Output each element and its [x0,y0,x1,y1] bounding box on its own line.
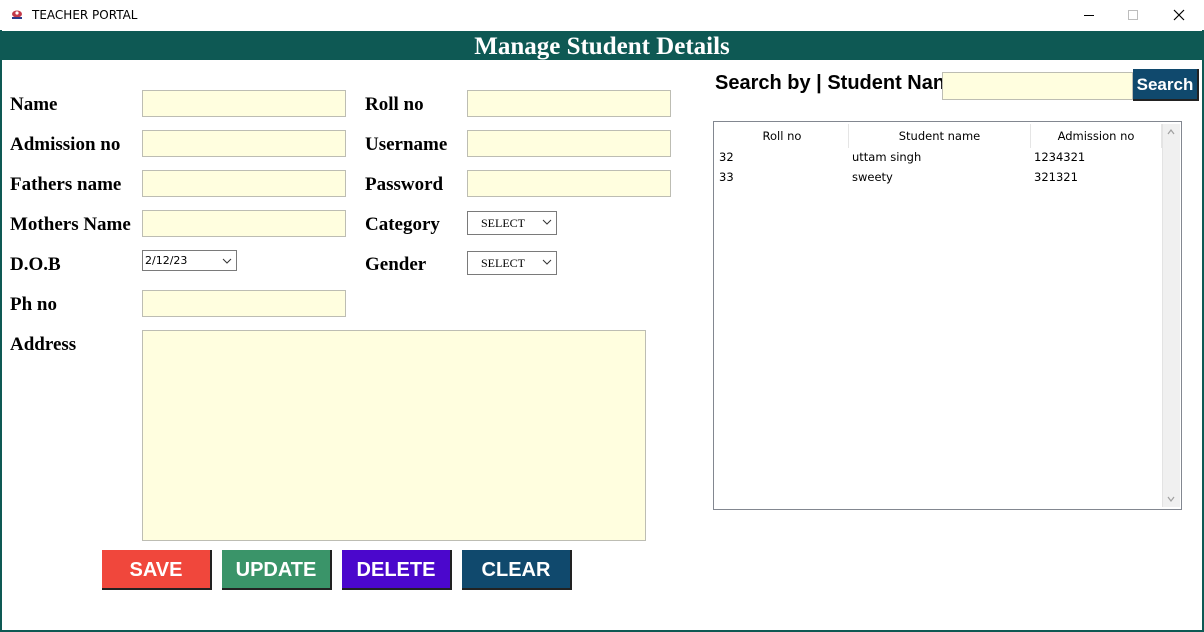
student-table[interactable]: Roll no Student name Admission no 32 utt… [713,121,1182,510]
chevron-down-icon [222,258,232,264]
roll-no-input[interactable] [467,90,671,117]
gender-select[interactable]: SELECT [467,251,557,275]
title-bar: TEACHER PORTAL [0,0,1204,30]
update-button[interactable]: UPDATE [222,550,332,590]
app-icon [12,10,22,19]
phone-input[interactable] [142,290,346,317]
address-textarea[interactable] [142,330,646,541]
mothers-name-input[interactable] [142,210,346,237]
dob-date-picker[interactable]: 2/12/23 [142,250,237,271]
window-border-left [0,30,2,630]
password-input[interactable] [467,170,671,197]
search-label: Search by | Student Nan [715,72,946,94]
admission-no-input[interactable] [142,130,346,157]
cell-student-name: sweety [852,170,893,184]
category-select[interactable]: SELECT [467,211,557,235]
username-input[interactable] [467,130,671,157]
column-header-admission-no[interactable]: Admission no [1031,124,1162,148]
close-button[interactable] [1156,0,1202,30]
save-button[interactable]: SAVE [102,550,212,590]
cell-roll-no: 32 [719,150,734,164]
minimize-button[interactable] [1066,0,1112,30]
cell-admission-no: 1234321 [1034,150,1086,164]
gender-value: SELECT [481,256,525,270]
dob-value: 2/12/23 [145,254,188,267]
maximize-icon [1128,10,1138,20]
window-title: TEACHER PORTAL [32,8,138,22]
phone-label: Ph no [10,294,57,315]
minimize-icon [1084,15,1094,16]
address-label: Address [10,334,77,355]
scroll-up-icon[interactable] [1166,127,1176,137]
scroll-down-icon[interactable] [1166,494,1176,504]
chevron-down-icon [542,219,552,225]
mothers-name-label: Mothers Name [10,214,131,235]
cell-roll-no: 33 [719,170,734,184]
admission-no-label: Admission no [10,134,121,155]
delete-button[interactable]: DELETE [342,550,452,590]
category-label: Category [365,214,440,235]
username-label: Username [365,134,448,155]
search-button[interactable]: Search [1133,69,1199,101]
roll-no-label: Roll no [365,94,424,115]
fathers-name-label: Fathers name [10,174,122,195]
search-input[interactable] [942,72,1133,100]
maximize-button[interactable] [1110,0,1156,30]
column-header-student-name[interactable]: Student name [849,124,1031,148]
column-header-roll-no[interactable]: Roll no [716,124,849,148]
clear-button[interactable]: CLEAR [462,550,572,590]
page-title: Manage Student Details [2,31,1202,60]
table-scrollbar[interactable] [1162,124,1180,507]
close-icon [1173,9,1185,21]
chevron-down-icon [542,259,552,265]
dob-label: D.O.B [10,254,61,275]
fathers-name-input[interactable] [142,170,346,197]
cell-student-name: uttam singh [852,150,922,164]
category-value: SELECT [481,216,525,230]
cell-admission-no: 321321 [1034,170,1078,184]
name-label: Name [10,94,58,115]
name-input[interactable] [142,90,346,117]
password-label: Password [365,174,444,195]
gender-label: Gender [365,254,427,275]
